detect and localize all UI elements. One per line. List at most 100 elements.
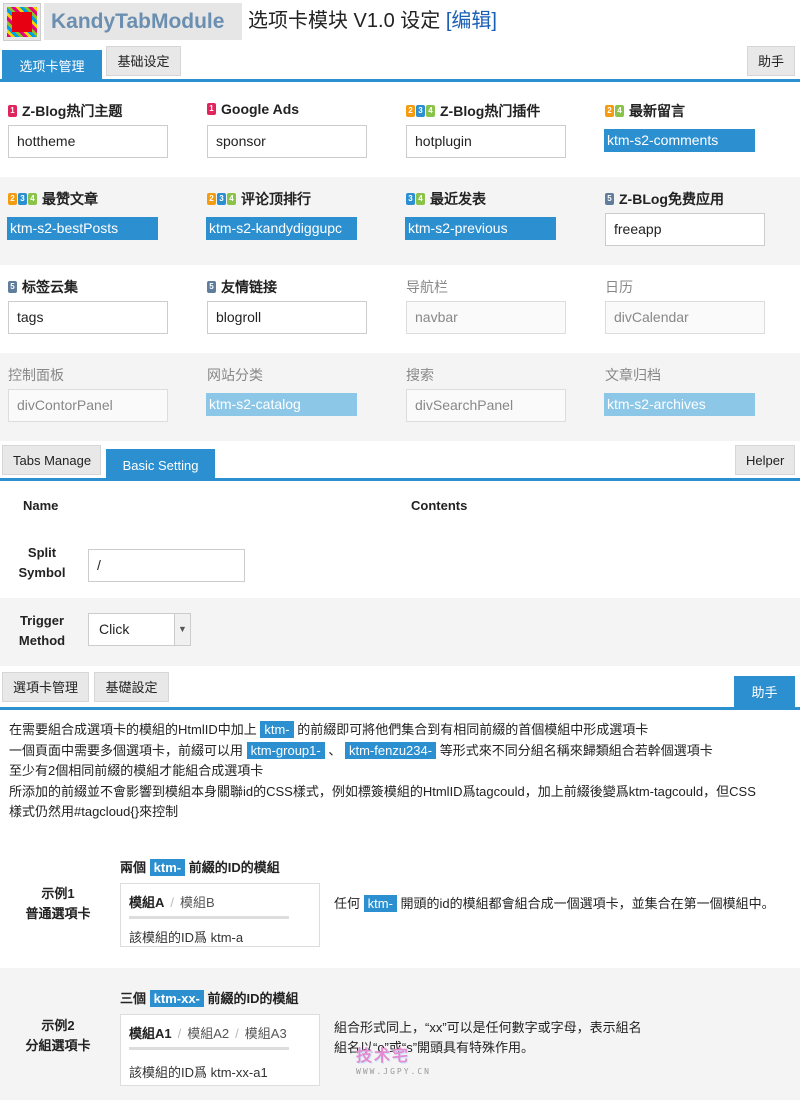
split-symbol-row: Split Symbol / — [0, 530, 800, 598]
trigger-method-select[interactable]: Click ▼ — [88, 613, 191, 646]
number-badge: 3 — [18, 193, 27, 205]
tab-tabs-manage-tw[interactable]: 選項卡管理 — [2, 672, 89, 702]
module-id-input[interactable]: divCalendar — [605, 301, 765, 334]
help-line: 所添加的前綴並不會影響到模組本身關聯id的CSS樣式，例如標簽模組的HtmlID… — [9, 783, 756, 799]
demo-tab-a[interactable]: 模組A — [129, 895, 164, 910]
module-cell: 2 3 4 最赞文章 ktm-s2-bestPosts — [0, 177, 200, 265]
module-cell: 网站分类 ktm-s2-catalog — [199, 353, 399, 441]
example-2: 示例2 分組選項卡 三個 ktm-xx- 前綴的ID的模組 模組A1/模組A2/模… — [0, 968, 800, 1100]
module-id-input[interactable]: ktm-s2-bestPosts — [7, 217, 158, 240]
number-badge: 2 — [207, 193, 216, 205]
example-2-demo: 模組A1/模組A2/模組A3 該模組的ID爲 ktm-xx-a1 — [120, 1014, 320, 1086]
module-label: 3 4 最近发表 — [406, 189, 486, 209]
module-label: 1 Google Ads — [207, 101, 299, 117]
module-label: 5 友情链接 — [207, 277, 277, 297]
edit-link[interactable]: [编辑] — [446, 10, 497, 32]
module-id-input[interactable]: divContorPanel — [8, 389, 168, 422]
help-line: 一個頁面中需要多個選項卡，前綴可以用 ktm-group1- 、 ktm-fen… — [9, 741, 713, 759]
page-title: 选项卡模块 V1.0 设定 [编辑] — [248, 10, 497, 32]
badge-group: 1 — [207, 103, 216, 115]
tab-basic-setting[interactable]: 基础设定 — [106, 46, 181, 76]
module-label: 5 Z-BLog免费应用 — [605, 189, 724, 209]
help-line: 至少有2個相同前綴的模組才能組合成選項卡 — [9, 763, 264, 778]
badge-group: 5 — [8, 281, 17, 293]
module-id-input[interactable]: hottheme — [8, 125, 168, 158]
module-label: 网站分类 — [207, 367, 263, 383]
tab-helper[interactable]: 助手 — [747, 46, 795, 76]
logo-icon — [3, 3, 41, 41]
module-cell: 1 Google Ads sponsor — [199, 89, 399, 177]
module-label: 搜索 — [406, 367, 434, 383]
tab-tabs-manage[interactable]: 选项卡管理 — [2, 50, 102, 82]
demo-tab-a1[interactable]: 模組A1 — [129, 1026, 172, 1041]
tab-tabs-manage-en[interactable]: Tabs Manage — [2, 445, 101, 475]
example-1-label: 示例1 普通選項卡 — [25, 886, 91, 921]
module-id-input[interactable]: divSearchPanel — [406, 389, 566, 422]
tab-bar-tw: 選項卡管理 基礎設定 助手 — [0, 672, 800, 710]
example-1-title: 兩個 ktm- 前綴的ID的模組 — [120, 859, 280, 876]
number-badge: 3 — [217, 193, 226, 205]
help-text: 在需要組合成選項卡的模組的HtmlID中加上 ktm- 的前綴即可將他們集合到有… — [9, 720, 794, 823]
tab-basic-setting-en[interactable]: Basic Setting — [106, 449, 215, 481]
tab-helper-tw[interactable]: 助手 — [734, 676, 795, 708]
number-badge: 1 — [8, 105, 17, 117]
module-label: 文章归档 — [605, 367, 661, 383]
badge-group: 5 — [207, 281, 216, 293]
module-cell: 2 3 4 评论顶排行 ktm-s2-kandydiggupc — [199, 177, 399, 265]
module-label: 1 Z-Blog热门主题 — [8, 101, 122, 121]
badge-group: 34 — [406, 193, 425, 205]
module-cell: 2 3 4 Z-Blog热门插件 hotplugin — [398, 89, 598, 177]
number-badge: 2 — [406, 105, 415, 117]
number-badge: 4 — [416, 193, 425, 205]
module-cell: 5 标签云集 tags — [0, 265, 200, 353]
badge-group: 24 — [605, 105, 624, 117]
module-id-input[interactable]: ktm-s2-catalog — [206, 393, 357, 416]
number-badge: 4 — [227, 193, 236, 205]
page-header: KandyTabModule 选项卡模块 V1.0 设定 [编辑] — [0, 0, 800, 44]
demo-tab-a3[interactable]: 模組A3 — [245, 1026, 287, 1041]
module-cell: 搜索 divSearchPanel — [398, 353, 598, 441]
help-line: 樣式仍然用#tagcloud{}來控制 — [9, 804, 179, 819]
number-badge: 5 — [207, 281, 216, 293]
badge-group: 234 — [406, 105, 435, 117]
number-badge: 2 — [8, 193, 17, 205]
module-id-input[interactable]: sponsor — [207, 125, 367, 158]
number-badge: 5 — [605, 193, 614, 205]
example-1-demo: 模組A / 模組B 該模組的ID爲 ktm-a — [120, 883, 320, 947]
module-label: 导航栏 — [406, 279, 448, 295]
module-label: 控制面板 — [8, 367, 64, 383]
split-symbol-label: Split Symbol — [18, 545, 66, 580]
module-id-input[interactable]: navbar — [406, 301, 566, 334]
module-id-input[interactable]: blogroll — [207, 301, 367, 334]
module-row: 5 标签云集 tags 5 友情链接 blogroll 导航栏 navbar 日历 divCale… — [0, 265, 800, 353]
number-badge: 4 — [615, 105, 624, 117]
basic-setting-header: Name Contents — [0, 484, 800, 528]
module-cell: 控制面板 divContorPanel — [0, 353, 200, 441]
demo-tab-a2[interactable]: 模組A2 — [187, 1026, 229, 1041]
badge-group: 234 — [207, 193, 236, 205]
module-id-input[interactable]: hotplugin — [406, 125, 566, 158]
module-id-input[interactable]: ktm-s2-comments — [604, 129, 755, 152]
example-2-label: 示例2 分組選項卡 — [25, 1018, 91, 1053]
app-name: KandyTabModule — [44, 3, 242, 40]
tab-basic-setting-tw[interactable]: 基礎設定 — [94, 672, 169, 702]
number-badge: 3 — [406, 193, 415, 205]
module-id-input[interactable]: freeapp — [605, 213, 765, 246]
module-id-input[interactable]: ktm-s2-kandydiggupc — [206, 217, 357, 240]
badge-group: 1 — [8, 105, 17, 117]
module-cell: 5 Z-BLog免费应用 freeapp — [597, 177, 797, 265]
tab-helper-en[interactable]: Helper — [735, 445, 795, 475]
module-id-input[interactable]: tags — [8, 301, 168, 334]
trigger-method-row: Trigger Method Click ▼ — [0, 598, 800, 666]
module-row: 控制面板 divContorPanel 网站分类 ktm-s2-catalog 搜索 di… — [0, 353, 800, 441]
module-id-input[interactable]: ktm-s2-previous — [405, 217, 556, 240]
tab-bar-cn: 选项卡管理 基础设定 助手 — [0, 46, 800, 82]
badge-group: 234 — [8, 193, 37, 205]
example-1-desc: 任何 ktm- 開頭的id的模組都會組合成一個選項卡，並集合在第一個模組中。 — [334, 895, 775, 912]
trigger-method-label: Trigger Method — [18, 613, 66, 648]
split-symbol-input[interactable]: / — [88, 549, 245, 582]
module-label: 2 3 4 评论顶排行 — [207, 189, 311, 209]
module-cell: 1 Z-Blog热门主题 hottheme — [0, 89, 200, 177]
demo-tab-b[interactable]: 模組B — [180, 895, 215, 910]
module-id-input[interactable]: ktm-s2-archives — [604, 393, 755, 416]
